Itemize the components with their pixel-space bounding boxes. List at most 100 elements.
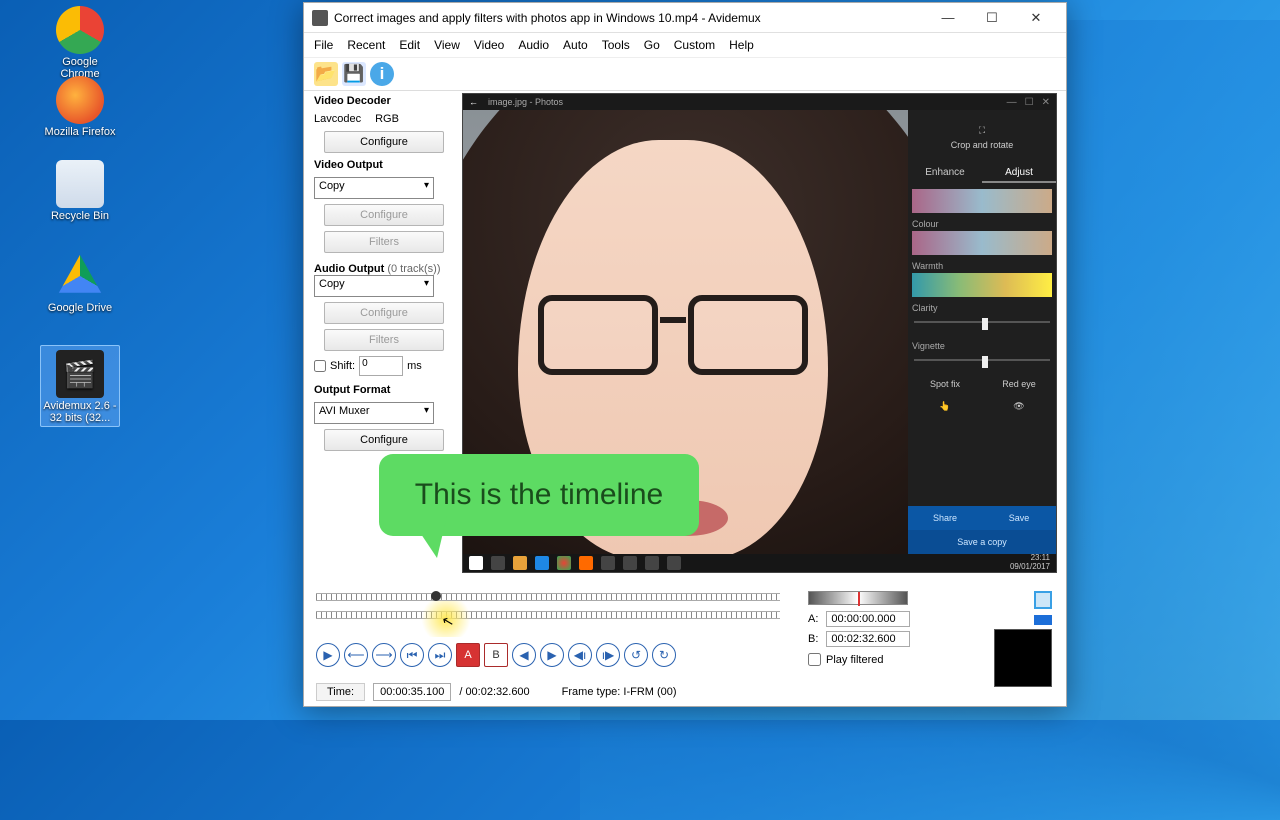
- photos-side-panel: ⛶ Crop and rotate Enhance Adjust Colour …: [908, 110, 1056, 554]
- mark-b-button[interactable]: B: [484, 643, 508, 667]
- desktop-icon-recycle[interactable]: Recycle Bin: [44, 160, 116, 222]
- adjust-tab[interactable]: Adjust: [982, 164, 1056, 183]
- knext-button[interactable]: ▶: [540, 643, 564, 667]
- annotation-callout: This is the timeline: [379, 454, 699, 536]
- back-arrow-icon[interactable]: ←: [469, 97, 478, 107]
- photos-title: image.jpg - Photos: [488, 97, 563, 107]
- play-filtered-checkbox[interactable]: [808, 653, 821, 666]
- menu-edit[interactable]: Edit: [399, 38, 420, 52]
- save-copy-button[interactable]: Save a copy: [908, 530, 1056, 554]
- a-label: A:: [808, 613, 818, 625]
- bottom-info: Time: 00:00:35.100 / 00:02:32.600 Frame …: [316, 683, 677, 701]
- b-label: B:: [808, 633, 818, 645]
- menu-help[interactable]: Help: [729, 38, 754, 52]
- desktop-icon-chrome[interactable]: Google Chrome: [44, 6, 116, 80]
- prev-button[interactable]: ⟵: [344, 643, 368, 667]
- menu-file[interactable]: File: [314, 38, 333, 52]
- taskbar-clock: 23:1109/01/2017: [1010, 554, 1050, 572]
- avidemux-window: Correct images and apply filters with ph…: [303, 2, 1067, 707]
- transport-controls: ▶ ⟵ ⟶ ⏮ ⏭ A B ◀ ▶ ◀ı ı▶ ↺ ↻: [316, 643, 676, 667]
- iprev-button[interactable]: ◀ı: [568, 643, 592, 667]
- desktop-icon-avidemux[interactable]: 🎬 Avidemux 2.6 - 32 bits (32...: [40, 345, 120, 427]
- forward-button[interactable]: ⏭: [428, 643, 452, 667]
- rewind-button[interactable]: ⏮: [400, 643, 424, 667]
- crop-icon: ⛶: [979, 125, 985, 136]
- video-configure-button[interactable]: Configure: [324, 204, 444, 226]
- vignette-label: Vignette: [908, 335, 1056, 353]
- mini-preview: [994, 629, 1052, 687]
- menu-recent[interactable]: Recent: [347, 38, 385, 52]
- warmth-label: Warmth: [908, 255, 1056, 273]
- colour-thumb[interactable]: [912, 231, 1052, 255]
- play-button[interactable]: ▶: [316, 643, 340, 667]
- desktop-icon-label: Avidemux 2.6 - 32 bits (32...: [43, 400, 117, 424]
- redeye-icon[interactable]: 👁: [1013, 401, 1024, 412]
- menu-go[interactable]: Go: [644, 38, 660, 52]
- save-icon[interactable]: 💾: [342, 62, 366, 86]
- spotfix-icon[interactable]: 👆: [939, 401, 950, 412]
- crop-label: Crop and rotate: [951, 140, 1014, 150]
- menu-audio[interactable]: Audio: [518, 38, 549, 52]
- toolbar: 📂 💾 i: [304, 57, 1066, 91]
- titlebar[interactable]: Correct images and apply filters with ph…: [304, 3, 1066, 33]
- marker-panel: A: 00:00:00.000 B: 00:02:32.600 Play fil…: [808, 591, 1006, 666]
- menu-auto[interactable]: Auto: [563, 38, 588, 52]
- audio-filters-button[interactable]: Filters: [324, 329, 444, 351]
- goto-a-button[interactable]: ↺: [624, 643, 648, 667]
- enhance-tab[interactable]: Enhance: [908, 164, 982, 183]
- desktop-icon-gdrive[interactable]: Google Drive: [44, 252, 116, 314]
- taskview-icon[interactable]: [491, 556, 505, 570]
- inner-taskbar: 23:1109/01/2017: [463, 554, 1056, 572]
- video-decoder-heading: Video Decoder: [314, 95, 454, 107]
- menu-custom[interactable]: Custom: [674, 38, 715, 52]
- next-button[interactable]: ⟶: [372, 643, 396, 667]
- video-output-heading: Video Output: [314, 159, 454, 171]
- shift-spinner[interactable]: 0: [359, 356, 403, 376]
- audio-output-select[interactable]: Copy: [314, 275, 434, 297]
- start-icon[interactable]: [469, 556, 483, 570]
- output-format-select[interactable]: AVI Muxer: [314, 402, 434, 424]
- time-label: Time:: [316, 683, 365, 701]
- close-button[interactable]: ✕: [1014, 4, 1058, 32]
- video-filters-button[interactable]: Filters: [324, 231, 444, 253]
- timeline[interactable]: ↖: [316, 593, 780, 623]
- scrub-bar[interactable]: [808, 591, 908, 605]
- share-button[interactable]: Share: [908, 506, 982, 530]
- light-thumb[interactable]: [912, 189, 1052, 213]
- video-output-select[interactable]: Copy: [314, 177, 434, 199]
- save-button[interactable]: Save: [982, 506, 1056, 530]
- callout-text: This is the timeline: [415, 478, 663, 512]
- inext-button[interactable]: ı▶: [596, 643, 620, 667]
- vignette-slider[interactable]: [914, 359, 1050, 373]
- decoder-configure-button[interactable]: Configure: [324, 131, 444, 153]
- warmth-thumb[interactable]: [912, 273, 1052, 297]
- minimize-button[interactable]: —: [926, 4, 970, 32]
- colour-label: Colour: [908, 213, 1056, 231]
- play-filtered-label: Play filtered: [826, 654, 883, 666]
- maximize-button[interactable]: ☐: [970, 4, 1014, 32]
- mark-a-button[interactable]: A: [456, 643, 480, 667]
- redeye-label: Red eye: [982, 379, 1056, 389]
- ms-label: ms: [407, 360, 422, 372]
- desktop-icon-label: Recycle Bin: [44, 210, 116, 222]
- menu-tools[interactable]: Tools: [602, 38, 630, 52]
- shift-checkbox[interactable]: [314, 360, 326, 372]
- clarity-slider[interactable]: [914, 321, 1050, 335]
- menu-bar: File Recent Edit View Video Audio Auto T…: [304, 33, 1066, 57]
- info-icon[interactable]: i: [370, 62, 394, 86]
- audio-configure-button[interactable]: Configure: [324, 302, 444, 324]
- menu-video[interactable]: Video: [474, 38, 504, 52]
- thumbnail-toggle[interactable]: [1034, 591, 1052, 609]
- audio-tracks-note: (0 track(s)): [387, 263, 440, 275]
- format-configure-button[interactable]: Configure: [324, 429, 444, 451]
- kprev-button[interactable]: ◀: [512, 643, 536, 667]
- desktop-icon-firefox[interactable]: Mozilla Firefox: [44, 76, 116, 138]
- open-icon[interactable]: 📂: [314, 62, 338, 86]
- goto-b-button[interactable]: ↻: [652, 643, 676, 667]
- thumbnail-marker: [1034, 615, 1052, 625]
- time-field[interactable]: 00:00:35.100: [373, 683, 451, 701]
- playhead[interactable]: [431, 591, 441, 601]
- desktop-icon-label: Google Drive: [44, 302, 116, 314]
- menu-view[interactable]: View: [434, 38, 460, 52]
- crop-rotate-button[interactable]: ⛶ Crop and rotate: [908, 110, 1056, 164]
